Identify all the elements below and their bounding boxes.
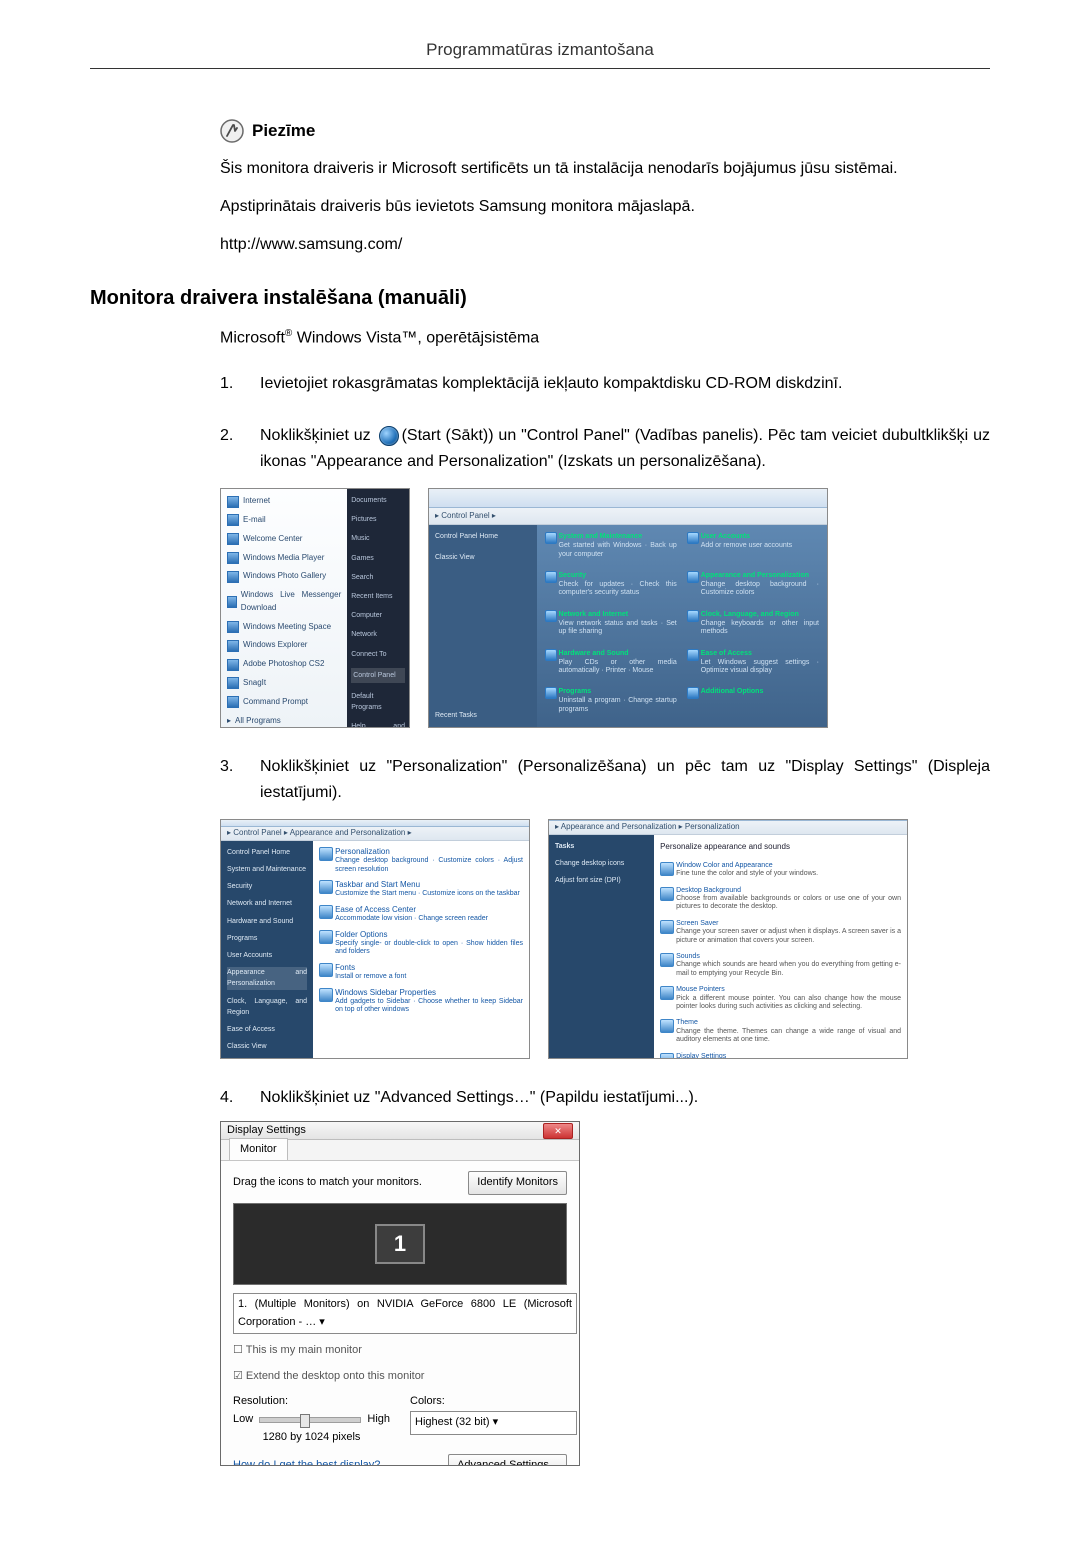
section-title: Monitora draivera instalēšana (manuāli) [90,287,990,310]
header-rule [90,68,990,69]
resolution-label: Resolution: [233,1393,390,1411]
dialog-title: Display Settings [227,1122,306,1140]
note-line-1: Šis monitora draiveris ir Microsoft sert… [220,157,980,181]
monitor-select[interactable]: 1. (Multiple Monitors) on NVIDIA GeForce… [233,1293,577,1334]
step-3: Noklikšķiniet uz "Personalization" (Pers… [220,754,990,1059]
help-link[interactable]: How do I get the best display? [233,1457,380,1466]
colors-select[interactable]: Highest (32 bit) ▾ [410,1411,577,1435]
advanced-settings-button[interactable]: Advanced Settings... [448,1454,567,1466]
step-4: Noklikšķiniet uz "Advanced Settings…" (P… [220,1085,990,1466]
drag-label: Drag the icons to match your monitors. [233,1174,422,1192]
note-url: http://www.samsung.com/ [220,233,980,257]
monitor-preview[interactable]: 1 [233,1203,567,1285]
colors-label: Colors: [410,1393,567,1411]
screenshot-appearance: ▸ Control Panel ▸ Appearance and Persona… [220,819,530,1059]
extend-desktop-checkbox[interactable]: ☑ Extend the desktop onto this monitor [233,1368,567,1386]
os-line: Microsoft® Windows Vista™, operētājsistē… [220,328,990,347]
step-1: Ievietojiet rokasgrāmatas komplektācijā … [220,371,990,397]
resolution-value: 1280 by 1024 pixels [233,1429,390,1447]
screenshot-start-menu: Internet E-mail Welcome Center Windows M… [220,488,410,728]
page-header: Programmatūras izmantošana [90,40,990,68]
note-line-2: Apstiprinātais draiveris būs ievietots S… [220,195,980,219]
monitor-tab[interactable]: Monitor [229,1138,288,1161]
resolution-slider[interactable] [259,1417,361,1423]
step-2: Noklikšķiniet uz (Start (Sākt)) un "Cont… [220,423,990,728]
identify-monitors-button[interactable]: Identify Monitors [468,1171,567,1195]
main-monitor-checkbox[interactable]: ☐ This is my main monitor [233,1342,567,1360]
screenshot-personalization: ▸ Appearance and Personalization ▸ Perso… [548,819,908,1059]
note-label: Piezīme [252,121,315,141]
start-orb-icon [379,426,399,446]
monitor-1-icon[interactable]: 1 [375,1224,425,1264]
note-icon [220,119,244,143]
note-block: Piezīme Šis monitora draiveris ir Micros… [220,119,980,257]
close-icon[interactable]: ✕ [543,1123,573,1139]
screenshot-display-settings: Display Settings ✕ Monitor Drag the icon… [220,1121,580,1466]
screenshot-control-panel: ▸ Control Panel ▸ Control Panel Home Cla… [428,488,828,728]
